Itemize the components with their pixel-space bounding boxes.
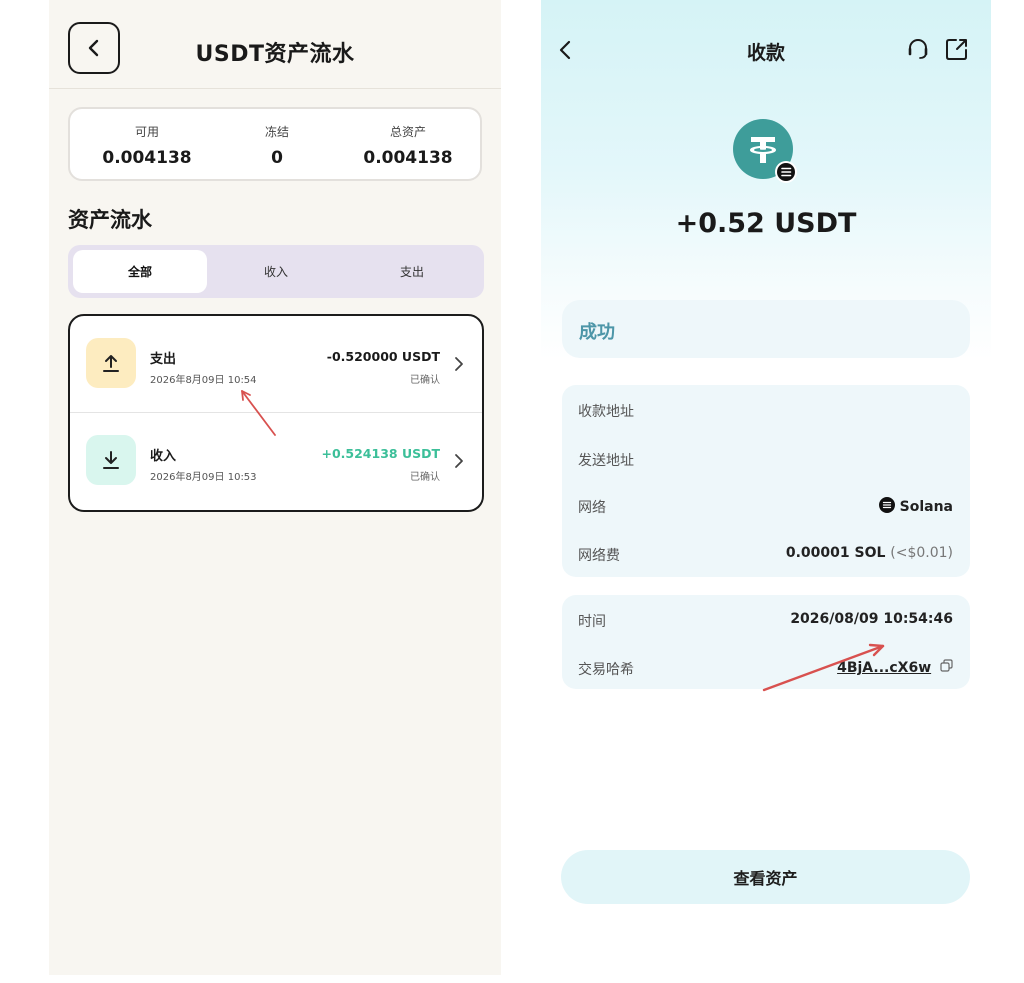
- send-address-row: 发送地址: [562, 446, 970, 470]
- section-heading: 资产流水: [68, 208, 152, 232]
- tab-all[interactable]: 全部: [73, 250, 207, 293]
- total-label: 总资产: [389, 125, 426, 139]
- status-card: 成功: [562, 300, 970, 358]
- tether-usdt-icon: [733, 119, 797, 183]
- tab-income[interactable]: 收入: [209, 250, 343, 293]
- transaction-amount: -0.520000 USDT: [326, 349, 440, 364]
- frozen-value: 0: [271, 148, 283, 168]
- header: USDT资产流水: [49, 0, 501, 89]
- send-address-label: 发送地址: [578, 453, 634, 469]
- chevron-right-icon: [455, 454, 463, 468]
- upload-arrow-icon: [86, 338, 136, 388]
- address-details-card: 收款地址 发送地址 网络 Solana 网络费 0.00001 SOL (<$0…: [562, 385, 970, 577]
- network-fee-label: 网络费: [578, 548, 620, 564]
- download-arrow-icon: [86, 435, 136, 485]
- time-row: 时间 2026/08/09 10:54:46: [562, 607, 970, 631]
- chevron-right-icon: [455, 357, 463, 371]
- network-row: 网络 Solana: [562, 493, 970, 517]
- copy-icon[interactable]: [940, 659, 953, 672]
- network-fee-value: 0.00001 SOL (<$0.01): [786, 545, 953, 561]
- network-name: Solana: [899, 499, 953, 515]
- frozen-balance: 冻结 0: [208, 123, 346, 168]
- available-value: 0.004138: [102, 148, 192, 168]
- available-balance: 可用 0.004138: [78, 123, 216, 168]
- network-fee-row: 网络费 0.00001 SOL (<$0.01): [562, 541, 970, 565]
- transaction-type: 支出: [150, 352, 177, 367]
- annotation-arrow: [762, 643, 885, 692]
- transaction-date: 2026年8月09日 10:53: [150, 472, 257, 483]
- time-value: 2026/08/09 10:54:46: [790, 611, 953, 627]
- network-fee-amount: 0.00001 SOL: [785, 545, 886, 561]
- transaction-amount: +0.524138 USDT: [321, 446, 440, 461]
- asset-flow-screen: USDT资产流水 可用 0.004138 冻结 0 总资产 0.004138 资…: [49, 0, 501, 975]
- status-text: 成功: [579, 322, 615, 343]
- transaction-status: 已确认: [410, 472, 440, 483]
- available-label: 可用: [134, 125, 159, 139]
- receive-address-row: 收款地址: [562, 397, 970, 421]
- network-fee-usd: (<$0.01): [890, 545, 953, 561]
- transaction-type: 收入: [150, 449, 177, 464]
- transaction-status: 已确认: [410, 375, 440, 386]
- status-bar: [541, 0, 991, 6]
- headset-icon[interactable]: [905, 36, 931, 62]
- view-assets-button[interactable]: 查看资产: [561, 850, 970, 904]
- receipt-screen: 收款 +0.52 USDT 成功 收款地址 发送地址 网络 Solana 网络费…: [541, 0, 991, 975]
- total-value: 0.004138: [363, 148, 453, 168]
- total-balance: 总资产 0.004138: [339, 123, 477, 168]
- filter-tabs: 全部 收入 支出: [68, 245, 484, 298]
- network-value: Solana: [878, 497, 953, 515]
- received-amount: +0.52 USDT: [675, 208, 857, 239]
- tab-expense[interactable]: 支出: [345, 250, 479, 293]
- frozen-label: 冻结: [264, 125, 289, 139]
- hash-label: 交易哈希: [578, 662, 634, 678]
- share-icon[interactable]: [945, 37, 969, 61]
- solana-icon: [878, 497, 895, 513]
- time-label: 时间: [578, 614, 606, 630]
- page-title: USDT资产流水: [195, 42, 355, 67]
- receive-address-label: 收款地址: [578, 404, 634, 420]
- network-label: 网络: [578, 500, 606, 516]
- balance-summary-card: 可用 0.004138 冻结 0 总资产 0.004138: [68, 107, 482, 181]
- annotation-arrow: [241, 390, 276, 436]
